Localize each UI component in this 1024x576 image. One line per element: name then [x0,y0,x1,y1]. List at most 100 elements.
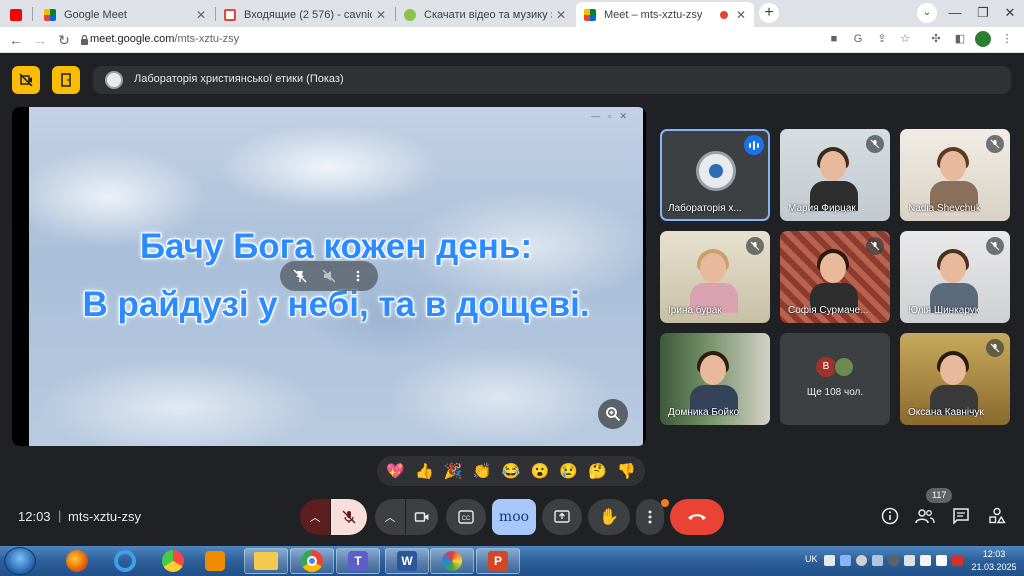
new-tab-button[interactable]: + [759,3,779,23]
start-button[interactable] [4,547,36,575]
svg-text:CC: CC [462,516,471,522]
share-icon[interactable]: ⇪ [874,31,890,47]
audio-options-button[interactable]: ︿ [300,499,330,535]
raise-hand-button[interactable]: ✋ [588,499,630,535]
video-options-button[interactable]: ︿ [375,499,405,535]
more-menu-icon[interactable]: ⋮ [999,31,1015,47]
language-indicator[interactable]: UK [805,554,818,564]
internet-explorer-icon[interactable] [110,548,140,574]
paint-icon[interactable] [430,548,474,574]
bookmark-star-icon[interactable]: ☆ [897,31,913,47]
back-arrow-icon[interactable]: ← [6,30,26,50]
microphone-toggle-button[interactable] [331,499,367,535]
zoom-button[interactable] [598,399,628,429]
more-options-button[interactable] [636,499,664,535]
volume-icon[interactable] [904,555,915,566]
reload-icon[interactable]: ↻ [54,30,74,50]
close-icon[interactable]: ✕ [556,8,566,22]
help-icon[interactable] [856,555,867,566]
more-participants-tile[interactable]: В Ще 108 чол. [780,333,890,425]
taskbar-date[interactable]: 21.03.2025 [968,562,1020,572]
power-icon[interactable] [920,555,931,566]
tab-gmail[interactable]: Входящие (2 576) - cavnichuc@g ✕ [216,2,394,27]
hide-self-view-button[interactable] [12,66,40,94]
participant-tile[interactable]: Лабораторія х... [660,129,770,221]
present-screen-button[interactable] [542,499,582,535]
reaction-sad-button[interactable]: 😢 [559,462,578,480]
minimize-icon[interactable]: — [941,0,969,27]
presenter-bar: Лабораторія християнської етики (Показ) [93,66,1011,94]
participant-avatar [834,357,854,377]
meeting-code: mts-xztu-zsy [68,509,141,524]
more-options-icon[interactable] [351,269,365,283]
file-explorer-icon[interactable] [244,548,288,574]
reaction-party-button[interactable]: 🎉 [444,462,463,480]
close-icon[interactable]: ✕ [196,8,206,22]
tray-app-icon[interactable] [872,555,883,566]
participant-tile[interactable]: Софія Сурмаче... [780,231,890,323]
tray-app-icon[interactable] [824,555,835,566]
tray-app-icon[interactable] [888,555,899,566]
translate-icon[interactable]: G [850,31,866,47]
chrome-icon[interactable] [290,548,334,574]
captions-button[interactable]: CC [446,499,486,535]
reaction-clap-button[interactable]: 👏 [473,462,492,480]
meeting-info-button[interactable] [876,502,904,530]
taskbar-time[interactable]: 12:03 [974,549,1014,559]
teams-icon[interactable]: T [336,548,380,574]
tab-savefrom[interactable]: Скачати відео та музику з Ютуб ✕ [396,2,574,27]
reaction-heart-button[interactable]: 💖 [386,462,405,480]
camera-permission-icon[interactable]: ■ [826,31,842,47]
tab-search-icon[interactable]: ⌄ [917,3,937,23]
camera-icon [414,512,429,522]
notification-icon[interactable] [952,555,963,566]
tab-title: Скачати відео та музику з Ютуб [424,8,552,21]
firefox-icon[interactable] [62,548,92,574]
reaction-thinking-button[interactable]: 🤔 [588,462,607,480]
door-icon [61,73,71,87]
unpin-icon[interactable] [293,269,307,283]
tray-app-icon[interactable] [840,555,851,566]
participant-tile[interactable]: Ірина бурак [660,231,770,323]
forward-arrow-icon[interactable]: → [30,30,50,50]
reaction-laugh-button[interactable]: 😂 [502,462,521,480]
site-info-icon[interactable] [80,35,89,45]
extensions-icon[interactable]: ✣ [928,31,944,47]
reaction-thumbs-down-button[interactable]: 👎 [617,462,636,480]
participant-tile[interactable]: Домника Бойко [660,333,770,425]
tab-meet-active[interactable]: Meet – mts-xztu-zsy ✕ [576,2,754,27]
network-icon[interactable] [936,555,947,566]
side-panel-icon[interactable]: ◧ [952,31,968,47]
leave-room-button[interactable] [52,66,80,94]
camera-toggle-button[interactable] [406,499,438,535]
activities-button[interactable] [983,502,1011,530]
mute-audio-icon[interactable] [322,269,336,283]
participant-name: Юлія Шинкарук [908,305,980,316]
participant-tile[interactable]: Оксана Кавнічук [900,333,1010,425]
close-icon[interactable]: ✕ [376,8,386,22]
leave-call-button[interactable] [670,499,724,535]
word-icon[interactable]: W [385,548,429,574]
participant-tile[interactable]: Юлія Шинкарук [900,231,1010,323]
media-player-icon[interactable] [200,548,230,574]
presentation-screen[interactable]: —▫✕ Бачу Бога кожен день: В райдузі у не… [12,107,646,446]
reaction-surprised-button[interactable]: 😮 [530,462,549,480]
yandex-browser-icon[interactable] [158,548,188,574]
tab-title: Meet – mts-xztu-zsy [604,8,703,21]
address-bar[interactable]: meet.google.com/mts-xztu-zsy [80,30,920,50]
participant-tile[interactable]: Nadia Shevchuk [900,129,1010,221]
tab-youtube[interactable] [2,2,32,27]
powerpoint-icon[interactable]: P [476,548,520,574]
profile-avatar[interactable] [975,31,991,47]
close-icon[interactable]: ✕ [736,8,746,22]
reaction-thumbs-up-button[interactable]: 👍 [415,462,434,480]
presenter-avatar [105,71,123,89]
reactions-bar: 💖 👍 🎉 👏 😂 😮 😢 🤔 👎 [377,456,645,486]
people-button[interactable] [911,502,939,530]
window-close-icon[interactable]: ✕ [996,0,1024,27]
restore-icon[interactable]: ❐ [969,0,997,27]
moo-overlay-button[interactable]: moo [492,499,536,535]
tab-google-meet[interactable]: Google Meet ✕ [36,2,214,27]
chat-button[interactable] [947,502,975,530]
participant-tile[interactable]: Мария Фирцак [780,129,890,221]
